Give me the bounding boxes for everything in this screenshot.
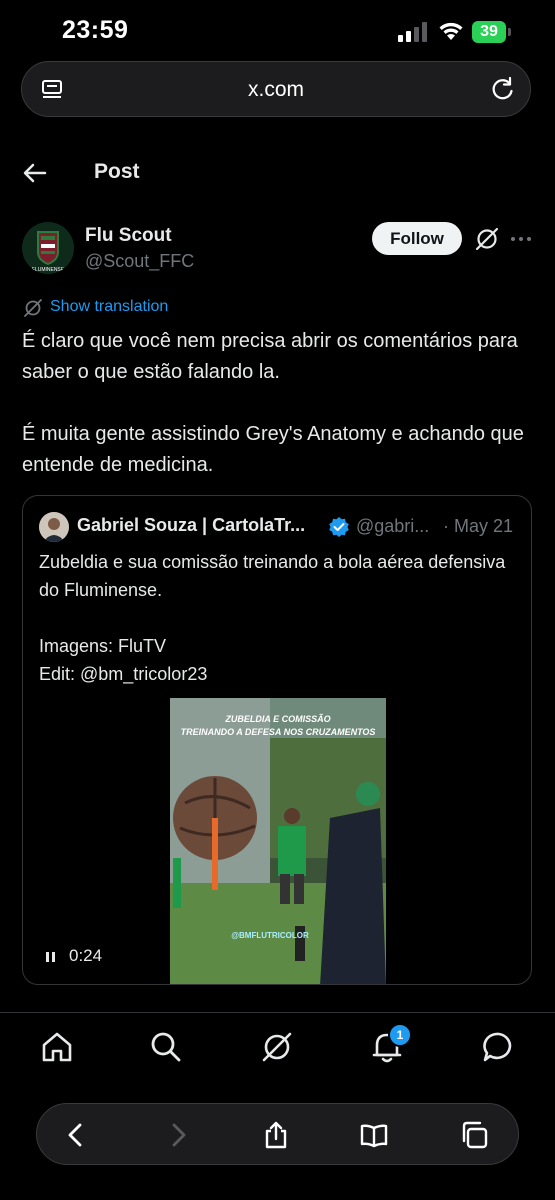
- show-translation-link[interactable]: Show translation: [50, 298, 168, 316]
- quoted-author-name: Gabriel Souza | CartolaTr...: [77, 515, 306, 535]
- home-icon[interactable]: [40, 1030, 74, 1064]
- notifications-badge: 1: [388, 1023, 412, 1047]
- quoted-paragraph: Imagens: FluTV Edit: @bm_tricolor23: [39, 636, 208, 684]
- grok-icon[interactable]: [474, 226, 500, 252]
- bookmarks-icon[interactable]: [359, 1120, 389, 1150]
- post-paragraph: É claro que você nem precisa abrir os co…: [22, 330, 518, 383]
- cell-signal-icon: [398, 22, 427, 42]
- browser-forward-icon[interactable]: [163, 1120, 193, 1150]
- back-arrow-icon[interactable]: [22, 160, 48, 186]
- translate-icon: [24, 299, 42, 317]
- battery-indicator: 39: [472, 21, 512, 43]
- author-avatar[interactable]: FLUMINENSE: [22, 222, 74, 274]
- page-title: Post: [94, 160, 140, 183]
- video-overlay-subtitle: TREINANDO A DEFESA NOS CRUZAMENTOS: [181, 727, 376, 737]
- post-paragraph: É muita gente assistindo Grey's Anatomy …: [22, 423, 524, 476]
- verified-badge-icon: [329, 517, 349, 537]
- quoted-author-handle: @gabri...: [356, 516, 430, 536]
- messages-icon[interactable]: [482, 1030, 516, 1064]
- fluminense-crest-icon: FLUMINENSE: [32, 231, 65, 273]
- follow-button[interactable]: Follow: [372, 222, 462, 255]
- tabs-icon[interactable]: [459, 1120, 489, 1150]
- video-watermark: @BMFLUTRICOLOR: [231, 931, 309, 940]
- quoted-post[interactable]: Gabriel Souza | CartolaTr... @gabri... ·…: [22, 495, 532, 985]
- reload-icon[interactable]: [490, 76, 516, 102]
- url-text[interactable]: x.com: [22, 62, 530, 118]
- svg-text:FLUMINENSE: FLUMINENSE: [32, 267, 65, 273]
- status-time: 23:59: [62, 16, 129, 44]
- grok-nav-icon[interactable]: [260, 1030, 294, 1064]
- browser-back-icon[interactable]: [61, 1120, 91, 1150]
- quoted-paragraph: Zubeldia e sua comissão treinando a bola…: [39, 552, 506, 600]
- nav-divider: [0, 1012, 555, 1013]
- video-frame: ZUBELDIA E COMISSÃO TREINANDO A DEFESA N…: [170, 698, 386, 984]
- quoted-post-text: Zubeldia e sua comissão treinando a bola…: [39, 548, 509, 716]
- pause-icon[interactable]: [45, 951, 57, 963]
- author-handle[interactable]: @Scout_FFC: [85, 251, 194, 272]
- post-text: É claro que você nem precisa abrir os co…: [22, 326, 537, 512]
- wifi-icon: [439, 22, 463, 40]
- video-duration: 0:24: [69, 946, 103, 965]
- author-name[interactable]: Flu Scout: [85, 225, 172, 247]
- battery-level: 39: [472, 21, 506, 43]
- address-bar[interactable]: x.com: [21, 61, 531, 117]
- browser-toolbar: [36, 1103, 519, 1165]
- more-options-icon[interactable]: [508, 229, 534, 249]
- video-player[interactable]: ZUBELDIA E COMISSÃO TREINANDO A DEFESA N…: [170, 698, 386, 984]
- video-overlay-title: ZUBELDIA E COMISSÃO: [224, 714, 330, 724]
- search-icon[interactable]: [149, 1030, 183, 1064]
- quoted-author-avatar: [39, 512, 69, 542]
- share-icon[interactable]: [261, 1120, 291, 1150]
- quoted-post-date: · May 21: [443, 516, 514, 536]
